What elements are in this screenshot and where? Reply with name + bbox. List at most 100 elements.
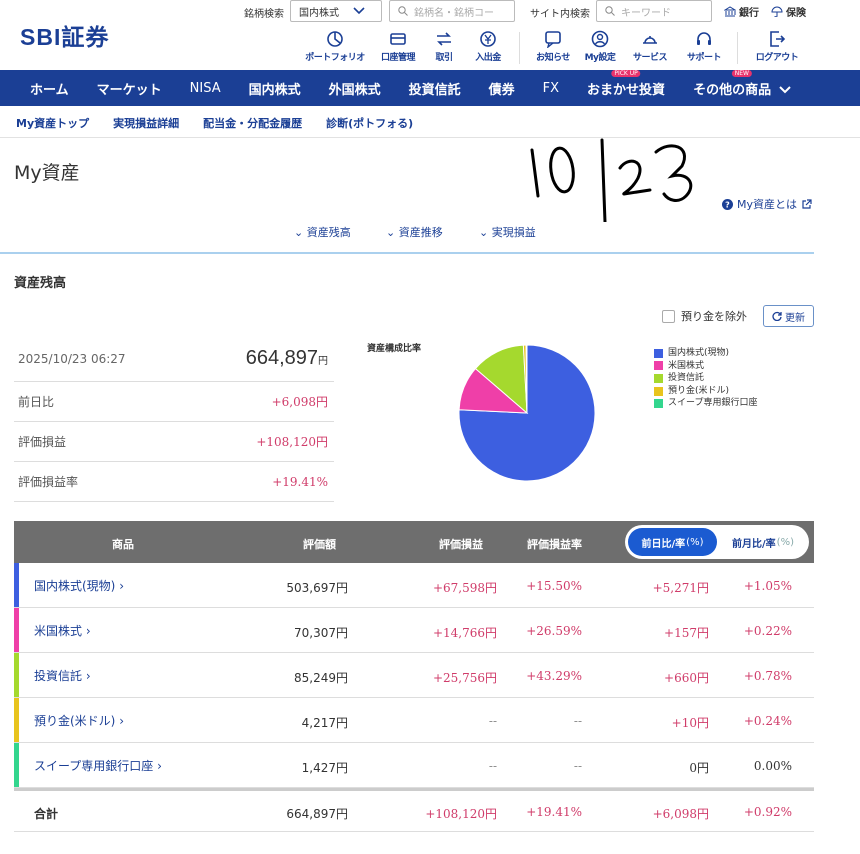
toggle-month-change-label: 前月比/率	[732, 538, 776, 550]
support-button[interactable]: サポート	[674, 30, 734, 63]
nav-fx[interactable]: FX	[529, 81, 573, 96]
external-link-icon	[802, 198, 812, 209]
header-pl-rate: 評価損益率	[527, 538, 582, 551]
pickup-badge: PICK UP	[611, 69, 641, 77]
service-button[interactable]: サービス	[620, 30, 680, 63]
product-link[interactable]: 預り金(米ドル) ›	[34, 712, 124, 729]
keyword-search-input[interactable]: キーワード	[596, 0, 712, 22]
legend-swatch	[654, 361, 663, 371]
nav-other-products-label: その他の商品	[693, 82, 772, 98]
summary-row: 評価損益 +108,120円	[14, 422, 334, 462]
brand-logo[interactable]: SBI証券	[20, 18, 109, 52]
service-label: サービス	[632, 53, 668, 63]
row-day-change: 0円	[689, 761, 709, 775]
row-pl: --	[488, 714, 497, 728]
chart-title: 資産構成比率	[367, 344, 422, 354]
product-name: 米国株式	[34, 624, 83, 638]
portfolio-button[interactable]: ポートフォリオ	[305, 30, 365, 63]
subnav-dividend-history[interactable]: 配当金・分配金履歴	[203, 115, 302, 131]
legend-item: 預り金(米ドル)	[654, 385, 757, 398]
row-day-rate: 0.00%	[753, 759, 792, 773]
exclude-cash-checkbox[interactable]: 預り金を除外	[662, 308, 747, 324]
logout-button[interactable]: ログアウト	[747, 30, 807, 63]
market-select-value: 国内株式	[299, 7, 339, 19]
toggle-day-change[interactable]: 前日比/率 (%)	[628, 528, 717, 556]
chevron-right-icon: ›	[85, 669, 91, 683]
summary-total-unit: 円	[318, 356, 328, 367]
legend-item: スイープ専用銀行口座	[654, 397, 757, 410]
anchor-asset-trend[interactable]: ⌄ 資産推移	[386, 224, 443, 240]
handwritten-note	[530, 138, 693, 222]
toggle-day-change-label: 前日比/率	[641, 538, 686, 550]
legend-label: 預り金(米ドル)	[668, 385, 730, 396]
logout-icon	[770, 31, 786, 47]
summary-value: +6,098円	[271, 395, 328, 409]
checkbox-box[interactable]	[662, 309, 675, 323]
nav-other-products[interactable]: NEW その他の商品	[679, 69, 805, 98]
row-pl: --	[488, 759, 497, 773]
section-title: 資産残高	[14, 276, 67, 291]
product-link[interactable]: 国内株式(現物) ›	[34, 577, 124, 594]
total-label: 合計	[34, 807, 59, 821]
service-icon	[643, 36, 657, 44]
chevron-right-icon: ›	[85, 624, 91, 638]
row-day-rate: +0.22%	[743, 624, 792, 638]
product-link[interactable]: スイープ専用銀行口座 ›	[34, 757, 162, 774]
user-icon	[591, 30, 609, 48]
anchor-realized-pl[interactable]: ⌄ 実現損益	[479, 224, 536, 240]
nav-home[interactable]: ホーム	[0, 79, 83, 98]
row-day-rate: +0.78%	[743, 669, 792, 683]
notice-label: お知らせ	[536, 53, 570, 63]
deposit-button[interactable]: 入出金	[458, 30, 518, 63]
stock-search-input[interactable]: 銘柄名・銘柄コー	[389, 0, 515, 22]
subnav-realized-pl[interactable]: 実現損益詳細	[113, 115, 179, 131]
table-header: 商品 評価額 評価損益 評価損益率 前日比/率 (%) 前月比/率 (%)	[14, 521, 814, 563]
row-pl-rate: +43.29%	[526, 669, 582, 683]
summary-total: 664,897円	[246, 347, 328, 370]
refresh-button[interactable]: 更新	[763, 305, 814, 327]
product-link[interactable]: 米国株式 ›	[34, 622, 91, 639]
market-select[interactable]: 国内株式	[290, 0, 382, 22]
row-amount: 503,697円	[286, 581, 348, 595]
legend-swatch	[654, 373, 663, 383]
bank-icon	[724, 6, 736, 17]
section-anchors: ⌄ 資産残高 ⌄ 資産推移 ⌄ 実現損益	[0, 224, 814, 254]
portfolio-label: ポートフォリオ	[305, 53, 365, 63]
bank-link[interactable]: 銀行	[724, 4, 759, 19]
nav-bond[interactable]: 債券	[475, 79, 529, 98]
nav-domestic-stock[interactable]: 国内株式	[235, 79, 315, 98]
subnav-my-assets-top[interactable]: My資産トップ	[16, 115, 89, 131]
about-my-assets-link[interactable]: ? My資産とは	[722, 196, 812, 212]
account-label: 口座管理	[380, 53, 416, 63]
chart-legend: 国内株式(現物) 米国株式 投資信託 預り金(米ドル) スイープ専用銀行口座	[654, 347, 757, 410]
summary-datetime: 2025/10/23 06:27	[18, 351, 126, 366]
insurance-link-label: 保険	[786, 8, 806, 19]
table-row: 米国株式 › 70,307円 +14,766円 +26.59% +157円 +0.22%	[14, 608, 814, 653]
row-day-rate: +1.05%	[743, 579, 792, 593]
anchor-asset-balance[interactable]: ⌄ 資産残高	[294, 224, 351, 240]
asset-allocation-pie-chart	[458, 344, 596, 482]
header-pl: 評価損益	[439, 538, 483, 551]
product-name: 国内株式(現物)	[34, 579, 116, 593]
legend-label: 国内株式(現物)	[668, 348, 730, 358]
nav-market[interactable]: マーケット	[83, 79, 176, 98]
summary-total-row: 2025/10/23 06:27 664,897円	[14, 336, 334, 382]
insurance-link[interactable]: 保険	[771, 4, 806, 19]
toggle-month-change[interactable]: 前月比/率 (%)	[720, 528, 806, 556]
nav-investment-trust[interactable]: 投資信託	[395, 79, 475, 98]
subnav-diagnosis[interactable]: 診断(ポトフォる)	[326, 115, 413, 131]
summary-total-value: 664,897	[245, 347, 318, 369]
product-name: 預り金(米ドル)	[34, 714, 116, 728]
trade-icon	[437, 32, 451, 46]
nav-foreign-stock[interactable]: 外国株式	[315, 79, 395, 98]
table-row: 預り金(米ドル) › 4,217円 -- -- +10円 +0.24%	[14, 698, 814, 743]
table-row: 投資信託 › 85,249円 +25,756円 +43.29% +660円 +0.78%	[14, 653, 814, 698]
row-amount: 70,307円	[294, 626, 348, 640]
nav-nisa[interactable]: NISA	[176, 81, 235, 96]
product-link[interactable]: 投資信託 ›	[34, 667, 91, 684]
row-pl: +25,756円	[432, 671, 497, 685]
summary-label: 評価損益	[18, 435, 67, 449]
nav-robo-advisor[interactable]: PICK UP おまかせ投資	[573, 69, 679, 98]
legend-swatch	[654, 348, 663, 358]
svg-text:?: ?	[725, 200, 730, 209]
